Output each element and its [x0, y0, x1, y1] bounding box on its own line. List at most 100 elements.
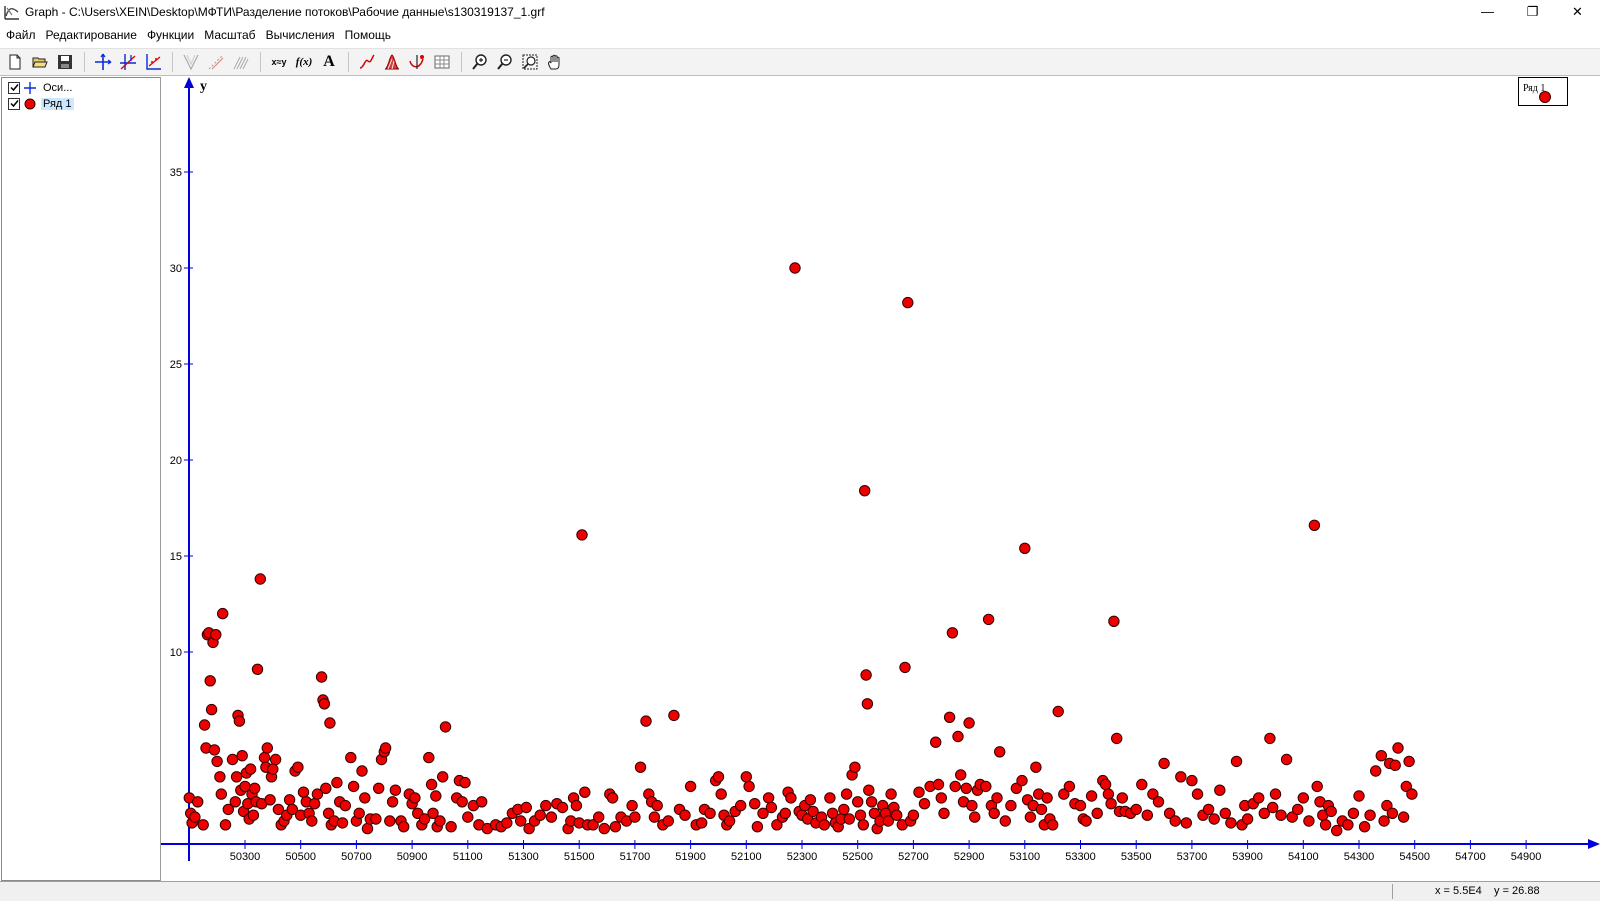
data-point [347, 780, 360, 793]
close-icon: ✕ [1572, 3, 1583, 19]
data-point [1403, 755, 1415, 768]
function-curve-button[interactable] [355, 51, 379, 73]
fx-evaluate-button[interactable]: f(x) [292, 51, 316, 73]
data-point [824, 792, 836, 804]
toolbar-separator [260, 52, 261, 72]
data-point [1080, 815, 1092, 827]
x-tick-label: 53300 [1065, 851, 1096, 863]
data-point [233, 715, 246, 727]
x-tick-label: 54500 [1399, 851, 1430, 863]
data-point [1186, 774, 1198, 787]
zoom-in-button[interactable] [468, 51, 492, 73]
zoom-out-button[interactable] [493, 51, 517, 73]
data-point [1342, 819, 1354, 831]
y-tick-label: 25 [170, 359, 182, 371]
insert-label-button[interactable]: A [317, 51, 341, 73]
x-tick-label: 53500 [1121, 851, 1152, 863]
series-checkbox[interactable] [8, 97, 20, 110]
x-tick-label: 52300 [787, 851, 818, 863]
data-point [226, 753, 239, 766]
x-tick-label: 53700 [1177, 851, 1208, 863]
x-tick-label: 54900 [1511, 851, 1542, 863]
insert-trendline-button[interactable] [141, 51, 165, 73]
data-point [308, 798, 321, 810]
pan-button[interactable] [543, 51, 567, 73]
menu-zoom[interactable]: Масштаб [199, 25, 260, 45]
calc-tool-button[interactable] [405, 51, 429, 73]
minimize-icon: — [1481, 4, 1494, 19]
data-point [838, 803, 850, 816]
data-point [751, 821, 764, 833]
data-point [606, 792, 619, 804]
data-point [1116, 792, 1128, 804]
data-point [1108, 615, 1120, 627]
toolbar-separator [172, 52, 173, 72]
title-bar: Graph - C:\Users\XEIN\Desktop\МФТИ\Разде… [0, 0, 1600, 23]
data-point [244, 763, 257, 775]
menu-functions[interactable]: Функции [142, 25, 199, 45]
new-button[interactable] [3, 51, 27, 73]
data-point [459, 776, 471, 789]
data-point [762, 792, 775, 804]
menu-calc[interactable]: Вычисления [261, 25, 340, 45]
zoom-window-button[interactable] [518, 51, 542, 73]
save-icon [58, 55, 72, 69]
axes-checkbox[interactable] [8, 81, 20, 94]
data-point [735, 799, 747, 812]
data-point [749, 798, 761, 810]
data-point [1152, 796, 1165, 808]
data-point [198, 719, 211, 731]
menu-edit[interactable]: Редактирование [41, 25, 142, 45]
data-point [743, 780, 755, 793]
pan-hand-icon [548, 54, 560, 70]
data-point [1208, 813, 1220, 825]
save-button[interactable] [53, 51, 77, 73]
x-axis-arrow [1588, 839, 1600, 849]
data-point [320, 782, 332, 794]
tree-item-axes[interactable]: Оси... [8, 80, 74, 95]
scatter-chart[interactable]: y 10 15 20 25 30 35 50300 50500 50700 50900 51100 51… [161, 77, 1600, 881]
tangent-button[interactable] [179, 51, 203, 73]
data-point [1364, 809, 1376, 821]
hatching-button[interactable] [229, 51, 253, 73]
graph-area[interactable]: y 10 15 20 25 30 35 50300 50500 50700 50900 51100 51… [161, 77, 1600, 881]
data-point [315, 671, 328, 683]
data-point [345, 751, 357, 764]
data-point [1253, 792, 1265, 804]
menu-help[interactable]: Помощь [340, 25, 396, 45]
data-point [545, 811, 558, 823]
axes-icon [95, 53, 112, 70]
data-point [1325, 805, 1337, 818]
data-point [306, 815, 318, 827]
data-point [1392, 742, 1404, 754]
menu-bar: Файл Редактирование Функции Масштаб Вычи… [0, 24, 1600, 46]
data-point [1297, 792, 1310, 804]
tree-item-series[interactable]: Ряд 1 [8, 96, 74, 111]
menu-file[interactable]: Файл [0, 25, 41, 45]
data-point [980, 780, 992, 793]
data-point [840, 788, 853, 800]
axes-button[interactable] [91, 51, 115, 73]
toolbar-separator [348, 52, 349, 72]
insert-series-button[interactable] [116, 51, 140, 73]
minimize-button[interactable]: — [1465, 0, 1510, 23]
area-button[interactable] [380, 51, 404, 73]
legend-box[interactable]: Ряд 1 [1518, 77, 1568, 106]
restore-button[interactable]: ❐ [1510, 0, 1555, 23]
data-point [205, 703, 218, 716]
data-point [1175, 771, 1187, 783]
window-title: Graph - C:\Users\XEIN\Desktop\МФТИ\Разде… [25, 4, 545, 19]
data-point [999, 815, 1011, 827]
status-divider [1392, 884, 1393, 899]
open-button[interactable] [28, 51, 52, 73]
xy-tool-button[interactable]: x≈y [267, 51, 291, 73]
shading-button[interactable] [204, 51, 228, 73]
toolbar-separator [461, 52, 462, 72]
table-button[interactable] [430, 51, 454, 73]
data-point [1389, 759, 1401, 771]
data-point [389, 784, 402, 796]
data-point [219, 819, 232, 831]
close-button[interactable]: ✕ [1555, 0, 1600, 23]
x-tick-label: 50300 [230, 851, 261, 863]
data-point [1397, 811, 1410, 823]
